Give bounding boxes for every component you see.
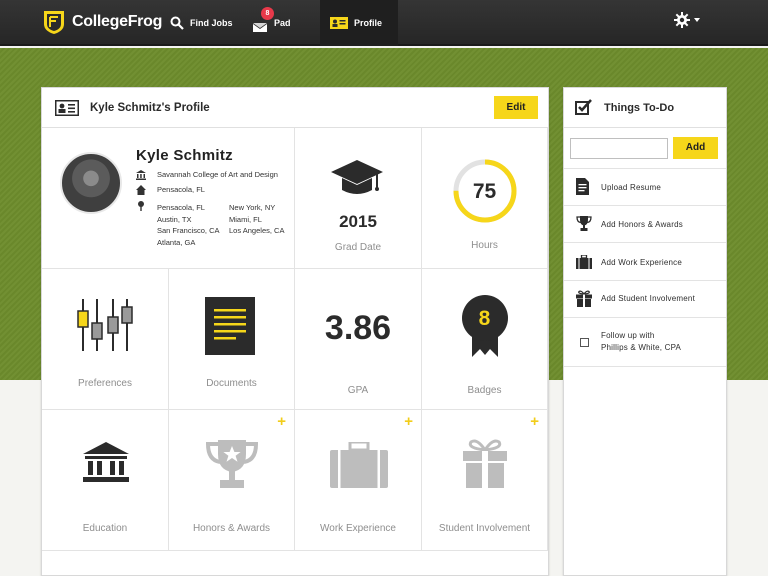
nav-pad[interactable]: 8 Pad <box>252 0 291 46</box>
todo-title: Things To-Do <box>604 102 675 114</box>
honors-tile[interactable]: + Honors & Awards <box>169 410 295 551</box>
todo-panel: Things To-Do Add Upload Resume Add Honor… <box>563 87 727 576</box>
hours-label: Hours <box>471 240 498 251</box>
add-involvement-plus-icon[interactable]: + <box>530 413 539 430</box>
todo-item-upload-resume[interactable]: Upload Resume <box>564 168 726 205</box>
locations-list-col1: Pensacola, FL Austin, TX San Francisco, … <box>157 202 220 248</box>
search-icon <box>170 16 184 30</box>
logo-shield-icon <box>44 11 64 34</box>
school-icon <box>136 170 146 180</box>
location-item: San Francisco, CA <box>157 226 220 235</box>
location-item: New York, NY <box>229 203 276 212</box>
hours-value: 75 <box>472 180 497 203</box>
todo-input[interactable] <box>570 138 668 159</box>
profile-info-tile: Kyle Schmitz Savannah College of Art and… <box>42 128 295 269</box>
inbox-icon <box>253 22 267 32</box>
badges-count: 8 <box>478 307 491 330</box>
hours-tile[interactable]: 75 Hours <box>422 128 548 269</box>
location-item: Miami, FL <box>229 214 262 224</box>
todo-item-label: Add Student Involvement <box>601 294 695 303</box>
nav-find-jobs[interactable]: Find Jobs <box>170 0 233 46</box>
home-icon <box>136 185 146 195</box>
add-todo-button[interactable]: Add <box>673 137 718 159</box>
todo-header: Things To-Do <box>564 88 726 128</box>
school-name: Savannah College of Art and Design <box>157 170 278 179</box>
student-involvement-tile[interactable]: + Student Involvement <box>422 410 548 551</box>
preferences-tile[interactable]: Preferences <box>42 269 169 410</box>
profile-card-header: Kyle Schmitz's Profile Edit <box>42 88 548 128</box>
preferences-label: Preferences <box>78 378 132 389</box>
location-item: Pensacola, FL <box>157 203 205 212</box>
honors-label: Honors & Awards <box>192 523 271 534</box>
profile-name: Kyle Schmitz <box>136 147 233 164</box>
todo-item-add-honors[interactable]: Add Honors & Awards <box>564 205 726 242</box>
page-title: Kyle Schmitz's Profile <box>90 102 210 114</box>
documents-tile[interactable]: Documents <box>169 269 295 410</box>
add-honors-plus-icon[interactable]: + <box>277 413 286 430</box>
trophy-icon <box>576 216 592 231</box>
avatar[interactable] <box>60 152 122 214</box>
gpa-tile[interactable]: 3.86 GPA <box>295 269 422 410</box>
briefcase-icon <box>576 255 592 269</box>
student-involvement-label: Student Involvement <box>438 523 531 534</box>
nav-profile[interactable]: Profile <box>320 0 398 46</box>
work-experience-tile[interactable]: + Work Experience <box>295 410 422 551</box>
nav-find-jobs-label: Find Jobs <box>190 18 233 28</box>
checklist-icon <box>575 99 592 115</box>
trophy-icon <box>205 440 259 488</box>
education-tile[interactable]: Education <box>42 410 169 551</box>
edit-profile-button[interactable]: Edit <box>494 96 538 119</box>
follow-up-checkbox[interactable] <box>580 338 589 347</box>
documents-label: Documents <box>206 378 257 389</box>
profile-card: Kyle Schmitz's Profile Edit Kyle Schmitz… <box>41 87 549 576</box>
location-item: Austin, TX <box>157 214 192 224</box>
grad-date-tile[interactable]: 2015 Grad Date <box>295 128 422 269</box>
gift-icon <box>463 439 507 488</box>
gpa-value: 3.86 <box>324 309 392 347</box>
briefcase-icon <box>330 442 388 488</box>
gear-icon <box>674 12 690 28</box>
grad-year: 2015 <box>339 212 377 231</box>
todo-item-label: Upload Resume <box>601 183 661 192</box>
sliders-icon <box>77 299 133 351</box>
nav-pad-label: Pad <box>274 18 291 28</box>
settings-menu[interactable] <box>674 12 700 28</box>
follow-up-line1: Follow up with <box>601 331 655 340</box>
follow-up-text: Follow up with Phillips & White, CPA <box>601 330 681 353</box>
todo-item-add-involvement[interactable]: Add Student Involvement <box>564 280 726 317</box>
hometown: Pensacola, FL <box>157 185 205 194</box>
todo-item-follow-up[interactable]: Follow up with Phillips & White, CPA <box>564 317 726 367</box>
todo-item-add-work[interactable]: Add Work Experience <box>564 242 726 280</box>
chevron-down-icon <box>694 18 700 22</box>
grad-date-label: Grad Date <box>334 242 382 253</box>
document-icon <box>576 178 589 195</box>
school-icon <box>83 442 129 482</box>
work-experience-label: Work Experience <box>320 523 396 534</box>
id-card-icon <box>55 100 79 116</box>
pad-notification-badge: 8 <box>261 7 274 20</box>
brand-name: CollegeFrog <box>72 13 163 30</box>
follow-up-line2: Phillips & White, CPA <box>601 342 682 352</box>
nav-profile-label: Profile <box>354 18 383 28</box>
id-card-icon <box>330 17 348 29</box>
badges-label: Badges <box>467 385 502 396</box>
todo-item-label: Add Work Experience <box>601 258 683 267</box>
gpa-label: GPA <box>347 385 369 396</box>
todo-item-label: Add Honors & Awards <box>601 220 683 229</box>
document-icon <box>205 297 255 355</box>
add-work-plus-icon[interactable]: + <box>404 413 413 430</box>
location-item: Los Angeles, CA <box>229 226 285 235</box>
location-item: Atlanta, GA <box>157 237 196 247</box>
badges-tile[interactable]: 8 Badges <box>422 269 548 410</box>
map-pin-icon <box>138 201 144 211</box>
gift-icon <box>576 290 592 307</box>
locations-list-col2: New York, NY Miami, FL Los Angeles, CA <box>229 202 284 237</box>
graduation-cap-icon <box>331 160 383 194</box>
brand-logo[interactable]: CollegeFrog <box>42 9 162 35</box>
education-label: Education <box>82 523 128 534</box>
top-navbar: CollegeFrog Find Jobs 8 Pad Profile <box>0 0 768 46</box>
